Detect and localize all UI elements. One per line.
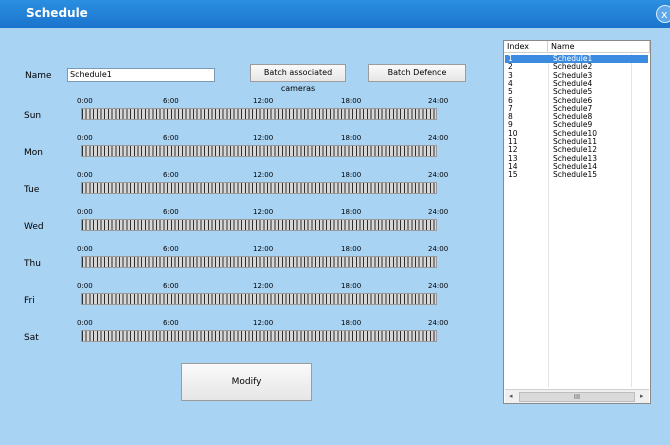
time-tick-label: 24:00 [428, 208, 449, 216]
time-tick-label: 18:00 [341, 319, 362, 327]
day-label: Sun [24, 111, 42, 121]
time-tick-label: 12:00 [253, 245, 274, 253]
window-title: Schedule [26, 6, 88, 20]
time-tick-label: 6:00 [163, 134, 179, 142]
time-tick-label: 12:00 [253, 282, 274, 290]
time-tick-label: 6:00 [163, 97, 179, 105]
row-index: 5 [508, 87, 513, 97]
day-label: Mon [24, 148, 43, 158]
title-bar: Schedule x [0, 0, 670, 28]
time-tick-label: 18:00 [341, 134, 362, 142]
time-tick-label: 0:00 [77, 171, 93, 179]
time-tick-label: 0:00 [77, 245, 93, 253]
day-timeline-bar[interactable] [81, 182, 437, 194]
row-index: 15 [508, 170, 518, 180]
scroll-left-icon[interactable]: ◂ [509, 392, 513, 400]
row-name: Schedule15 [553, 170, 598, 180]
column-header-index[interactable]: Index [504, 41, 548, 53]
day-timeline-bar[interactable] [81, 108, 437, 120]
day-label: Sat [24, 333, 39, 343]
time-tick-label: 18:00 [341, 282, 362, 290]
time-tick-label: 18:00 [341, 208, 362, 216]
time-tick-label: 24:00 [428, 97, 449, 105]
time-tick-label: 0:00 [77, 208, 93, 216]
day-timeline-bar[interactable] [81, 330, 437, 342]
time-tick-label: 6:00 [163, 208, 179, 216]
list-item[interactable]: 15 Schedule15 [505, 171, 648, 179]
time-tick-label: 24:00 [428, 245, 449, 253]
modify-button[interactable]: Modify [181, 363, 312, 401]
time-tick-label: 24:00 [428, 134, 449, 142]
day-label: Wed [24, 222, 44, 232]
time-tick-label: 0:00 [77, 134, 93, 142]
time-tick-label: 18:00 [341, 97, 362, 105]
row-name: Schedule5 [553, 87, 593, 97]
close-icon[interactable]: x [656, 5, 670, 23]
time-tick-label: 6:00 [163, 245, 179, 253]
time-tick-label: 24:00 [428, 319, 449, 327]
time-tick-label: 12:00 [253, 134, 274, 142]
scroll-thumb[interactable]: III [519, 392, 635, 402]
day-label: Tue [24, 185, 40, 195]
time-tick-label: 6:00 [163, 171, 179, 179]
name-input[interactable]: Schedule1 [67, 68, 215, 82]
day-timeline-bar[interactable] [81, 256, 437, 268]
day-timeline-bar[interactable] [81, 145, 437, 157]
time-tick-label: 12:00 [253, 97, 274, 105]
day-timeline-bar[interactable] [81, 293, 437, 305]
time-tick-label: 18:00 [341, 171, 362, 179]
time-tick-label: 18:00 [341, 245, 362, 253]
time-tick-label: 12:00 [253, 171, 274, 179]
scroll-right-icon[interactable]: ▸ [640, 392, 644, 400]
column-header-name[interactable]: Name [548, 41, 650, 53]
batch-cameras-button[interactable]: Batch associated cameras [250, 64, 346, 93]
time-tick-label: 0:00 [77, 97, 93, 105]
batch-defence-button[interactable]: Batch Defence [368, 64, 466, 82]
time-tick-label: 24:00 [428, 171, 449, 179]
time-tick-label: 0:00 [77, 282, 93, 290]
time-tick-label: 6:00 [163, 319, 179, 327]
name-label: Name [25, 71, 52, 81]
time-tick-label: 0:00 [77, 319, 93, 327]
time-tick-label: 6:00 [163, 282, 179, 290]
day-timeline-bar[interactable] [81, 219, 437, 231]
horizontal-scrollbar[interactable]: ◂ III ▸ [505, 389, 649, 403]
time-tick-label: 24:00 [428, 282, 449, 290]
time-tick-label: 12:00 [253, 208, 274, 216]
schedule-list: Index Name 1 Schedule1 2 Schedule2 3 Schedule… [503, 40, 651, 404]
list-item[interactable]: 5 Schedule5 [505, 88, 648, 96]
day-label: Fri [24, 296, 35, 306]
day-label: Thu [24, 259, 41, 269]
time-tick-label: 12:00 [253, 319, 274, 327]
